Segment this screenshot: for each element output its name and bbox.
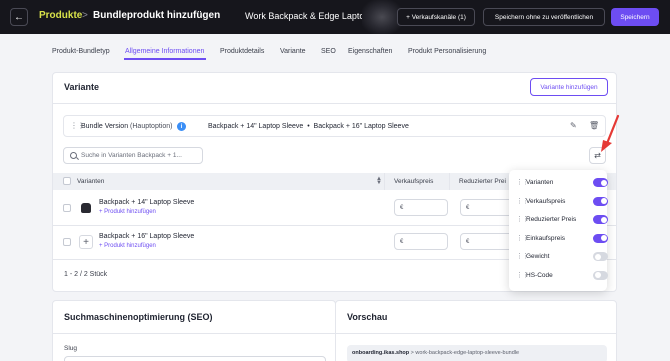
- product-name: Work Backpack & Edge Lapto: [245, 11, 365, 21]
- add-product-link[interactable]: + Produkt hinzufügen: [99, 209, 156, 215]
- variant-name: Backpack + 14" Laptop Sleeve: [99, 199, 195, 206]
- save-button[interactable]: Speichern: [611, 8, 659, 26]
- sales-channels-button[interactable]: + Verkaufskanäle (1): [397, 8, 475, 26]
- sort-icon[interactable]: ▲ ▼: [376, 176, 382, 186]
- column-header-sales-price: Verkaufspreis: [394, 178, 434, 185]
- variant-search-input[interactable]: Suche in Varianten Backpack + 1...: [63, 147, 203, 164]
- variants-title: Variante: [64, 82, 100, 92]
- search-placeholder: Suche in Varianten Backpack + 1...: [81, 152, 182, 159]
- pagination-count: 1 - 2 / 2 Stück: [64, 271, 108, 278]
- row-checkbox[interactable]: [63, 238, 71, 246]
- back-button[interactable]: ←: [10, 8, 28, 26]
- column-header-reduced-price: Reduzierter Prei: [459, 178, 506, 185]
- plus-icon: +: [83, 236, 89, 248]
- column-option-weight[interactable]: ⋮⋮ Gewicht: [516, 251, 608, 263]
- tab-variant[interactable]: Variante: [280, 48, 306, 55]
- column-option-reduced-price[interactable]: ⋮⋮ Reduzierter Preis: [516, 214, 608, 226]
- column-divider: [384, 173, 385, 190]
- tab-seo[interactable]: SEO: [321, 48, 336, 55]
- preview-card: Vorschau onboarding.ikas.shop > work-bac…: [335, 300, 617, 361]
- tab-personalization[interactable]: Produkt Personalisierung: [408, 48, 486, 55]
- page-title: Bundleprodukt hinzufügen: [93, 10, 221, 21]
- save-without-publish-button[interactable]: Speichern ohne zu veröffentlichen: [483, 8, 605, 26]
- tab-product-details[interactable]: Produktdetails: [220, 48, 264, 55]
- tab-general-info[interactable]: Allgemeine Informationen: [125, 48, 204, 55]
- column-option-variants[interactable]: ⋮⋮ Varianten: [516, 177, 608, 189]
- active-tab-indicator: [124, 58, 206, 60]
- seo-title: Suchmaschinenoptimierung (SEO): [64, 312, 213, 322]
- toggle-switch[interactable]: [593, 270, 608, 280]
- tab-properties[interactable]: Eigenschaften: [348, 48, 392, 55]
- slug-label: Slug: [64, 345, 78, 352]
- select-all-checkbox[interactable]: [63, 177, 71, 185]
- obscured-area: [362, 0, 402, 34]
- breadcrumb-products[interactable]: Produkte: [39, 10, 82, 21]
- reduced-price-input[interactable]: €: [460, 233, 514, 250]
- column-divider: [449, 173, 450, 190]
- card-divider: [53, 103, 616, 104]
- preview-title: Vorschau: [347, 312, 388, 322]
- toggle-switch[interactable]: [593, 215, 608, 224]
- toggle-switch[interactable]: [593, 178, 608, 187]
- row-checkbox[interactable]: [63, 204, 71, 212]
- seo-card: Suchmaschinenoptimierung (SEO) Slug: [52, 300, 336, 361]
- card-divider: [336, 333, 616, 334]
- card-divider: [53, 333, 335, 334]
- add-image-button[interactable]: +: [79, 235, 93, 249]
- bundle-version-label: Bundle Version (Hauptoption): [81, 123, 173, 130]
- trash-icon[interactable]: 🗑: [589, 121, 599, 131]
- backpack-thumbnail: [79, 201, 93, 215]
- annotation-arrow-icon: [601, 114, 620, 152]
- add-variant-button[interactable]: Variante hinzufügen: [530, 78, 608, 96]
- breadcrumb-separator: >: [82, 10, 88, 21]
- tab-bar: Produkt-Bundletyp Allgemeine Information…: [0, 34, 670, 64]
- bundle-items: Backpack + 14" Laptop Sleeve • Backpack …: [208, 123, 409, 130]
- reduced-price-input[interactable]: €: [460, 199, 514, 216]
- toggle-switch[interactable]: [593, 196, 608, 206]
- slug-input[interactable]: [64, 356, 326, 361]
- sales-price-input[interactable]: €: [394, 233, 448, 250]
- toggle-switch[interactable]: [593, 252, 608, 261]
- pencil-icon[interactable]: ✎: [570, 121, 580, 131]
- bundle-version-row[interactable]: ⋮⋮ Bundle Version (Hauptoption) i Backpa…: [63, 115, 606, 137]
- column-visibility-popover: ⋮⋮ Varianten ⋮⋮ Verkaufspreis ⋮⋮ Reduzie…: [509, 170, 608, 291]
- toggle-switch[interactable]: [593, 233, 608, 243]
- search-icon: [70, 152, 77, 159]
- arrow-left-icon: ←: [14, 11, 24, 23]
- top-bar: ← Produkte > Bundleprodukt hinzufügen Wo…: [0, 0, 670, 34]
- column-option-sales-price[interactable]: ⋮⋮ Verkaufspreis: [516, 196, 608, 208]
- column-option-hs-code[interactable]: ⋮⋮ HS-Code: [516, 270, 608, 282]
- add-product-link[interactable]: + Produkt hinzufügen: [99, 243, 156, 249]
- column-header-variants: Varianten: [77, 178, 105, 185]
- sales-price-input[interactable]: €: [394, 199, 448, 216]
- column-option-purchase-price[interactable]: ⋮⋮ Einkaufspreis: [516, 233, 608, 245]
- info-icon[interactable]: i: [177, 122, 186, 131]
- url-preview: onboarding.ikas.shop > work-backpack-edg…: [347, 345, 607, 361]
- variant-name: Backpack + 16" Laptop Sleeve: [99, 233, 195, 240]
- tab-bundle-type[interactable]: Produkt-Bundletyp: [52, 48, 110, 55]
